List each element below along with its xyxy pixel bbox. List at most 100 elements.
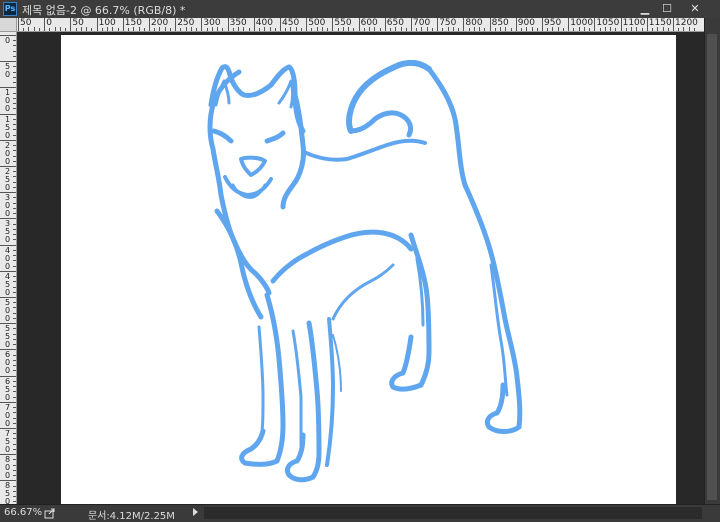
- vertical-ruler[interactable]: 0 50 100 150 200 250 300 350 400 450 500 550 600 650 7…: [0, 32, 17, 504]
- ruler-minor-tick: [589, 28, 591, 31]
- ruler-minor-tick: [573, 28, 575, 31]
- ruler-minor-tick: [531, 27, 533, 31]
- ruler-minor-tick: [468, 28, 470, 31]
- ruler-minor-tick: [13, 150, 16, 152]
- ruler-minor-tick: [13, 186, 16, 188]
- ruler-minor-tick: [13, 118, 16, 120]
- ruler-label: 1150: [648, 18, 672, 28]
- ruler-minor-tick: [431, 28, 433, 31]
- ruler-minor-tick: [526, 27, 528, 31]
- ruler-minor-tick: [337, 28, 339, 31]
- ruler-minor-tick: [80, 27, 82, 31]
- ruler-minor-tick: [13, 443, 16, 445]
- ruler-minor-tick: [13, 391, 16, 393]
- ruler-origin[interactable]: [0, 18, 17, 32]
- ruler-minor-tick: [578, 27, 580, 31]
- ruler-tick: [620, 18, 622, 31]
- ruler-minor-tick: [13, 66, 16, 68]
- zoom-level[interactable]: 66.67%: [4, 507, 42, 518]
- ruler-minor-tick: [479, 27, 481, 31]
- ruler-label: 100: [4, 88, 11, 114]
- ruler-minor-tick: [13, 459, 16, 461]
- ruler-minor-tick: [13, 359, 16, 361]
- arrow-right-icon[interactable]: [193, 508, 198, 516]
- ruler-label: 50: [4, 62, 11, 80]
- ruler-minor-tick: [248, 28, 250, 31]
- ruler-minor-tick: [13, 260, 16, 262]
- ruler-minor-tick: [128, 28, 130, 31]
- ruler-minor-tick: [348, 27, 350, 31]
- workspace-right-gutter: [676, 32, 704, 504]
- ruler-label: 1100: [622, 18, 646, 28]
- ruler-minor-tick: [59, 27, 61, 31]
- ruler-minor-tick: [13, 255, 16, 257]
- ruler-minor-tick: [662, 27, 664, 31]
- ruler-tick: [489, 18, 491, 31]
- ruler-minor-tick: [316, 27, 318, 31]
- document-canvas[interactable]: [61, 35, 693, 504]
- ruler-label: 350: [4, 219, 11, 245]
- ruler-minor-tick: [13, 108, 16, 110]
- ruler-minor-tick: [13, 312, 16, 314]
- workspace[interactable]: [17, 32, 693, 504]
- ruler-minor-tick: [683, 27, 685, 31]
- ruler-minor-tick: [13, 501, 16, 503]
- share-icon[interactable]: [44, 507, 56, 519]
- ruler-minor-tick: [678, 28, 680, 31]
- ruler-minor-tick: [547, 28, 549, 31]
- ruler-minor-tick: [190, 27, 192, 31]
- close-button[interactable]: ✕: [680, 1, 710, 17]
- ruler-minor-tick: [138, 27, 140, 31]
- vertical-scrollbar[interactable]: [704, 18, 720, 504]
- ruler-tick: [594, 18, 596, 31]
- ruler-label: 500: [4, 298, 11, 323]
- ruler-minor-tick: [91, 28, 93, 31]
- ruler-tick: [70, 18, 72, 31]
- ruler-minor-tick: [33, 27, 35, 31]
- ruler-minor-tick: [583, 27, 585, 31]
- ruler-minor-tick: [38, 28, 40, 31]
- ruler-tick: [411, 18, 412, 31]
- ruler-minor-tick: [13, 317, 16, 319]
- ruler-minor-tick: [23, 28, 25, 31]
- ruler-minor-tick: [557, 27, 559, 31]
- ruler-minor-tick: [562, 28, 564, 31]
- ruler-tick: [673, 18, 674, 31]
- ruler-minor-tick: [232, 28, 234, 31]
- vertical-scrollbar-thumb[interactable]: [707, 34, 717, 500]
- ruler-minor-tick: [243, 27, 245, 31]
- ruler-minor-tick: [13, 103, 16, 105]
- ruler-minor-tick: [295, 27, 297, 31]
- ruler-tick: [646, 18, 648, 31]
- ruler-minor-tick: [28, 27, 30, 31]
- ruler-minor-tick: [13, 490, 16, 492]
- ruler-minor-tick: [13, 82, 16, 84]
- ruler-label: 400: [4, 245, 11, 271]
- ruler-minor-tick: [641, 28, 643, 31]
- ruler-tick: [253, 18, 255, 31]
- ruler-minor-tick: [13, 71, 16, 73]
- ruler-minor-tick: [107, 27, 109, 31]
- ruler-minor-tick: [390, 28, 392, 31]
- ruler-tick: [463, 18, 465, 31]
- ruler-minor-tick: [112, 27, 114, 31]
- ruler-label: 650: [4, 376, 11, 402]
- ruler-tick: [175, 18, 177, 31]
- ruler-minor-tick: [13, 338, 16, 340]
- ruler-minor-tick: [13, 496, 16, 498]
- ruler-minor-tick: [274, 28, 276, 31]
- ruler-minor-tick: [13, 197, 16, 199]
- ruler-minor-tick: [13, 407, 16, 409]
- ruler-minor-tick: [13, 45, 16, 47]
- minimize-button[interactable]: ▁: [634, 1, 656, 17]
- ruler-tick: [568, 18, 570, 31]
- ruler-minor-tick: [13, 92, 16, 94]
- horizontal-ruler[interactable]: 50 0 50 100 150 200 250 300 350 400 450 500 550 600 65…: [0, 18, 704, 32]
- ruler-minor-tick: [631, 27, 633, 31]
- horizontal-scrollbar[interactable]: [204, 507, 702, 519]
- maximize-button[interactable]: ☐: [656, 1, 678, 17]
- ruler-label: 250: [4, 167, 11, 192]
- ruler-minor-tick: [285, 28, 287, 31]
- ruler-minor-tick: [13, 155, 16, 157]
- ruler-label: 1050: [596, 18, 620, 28]
